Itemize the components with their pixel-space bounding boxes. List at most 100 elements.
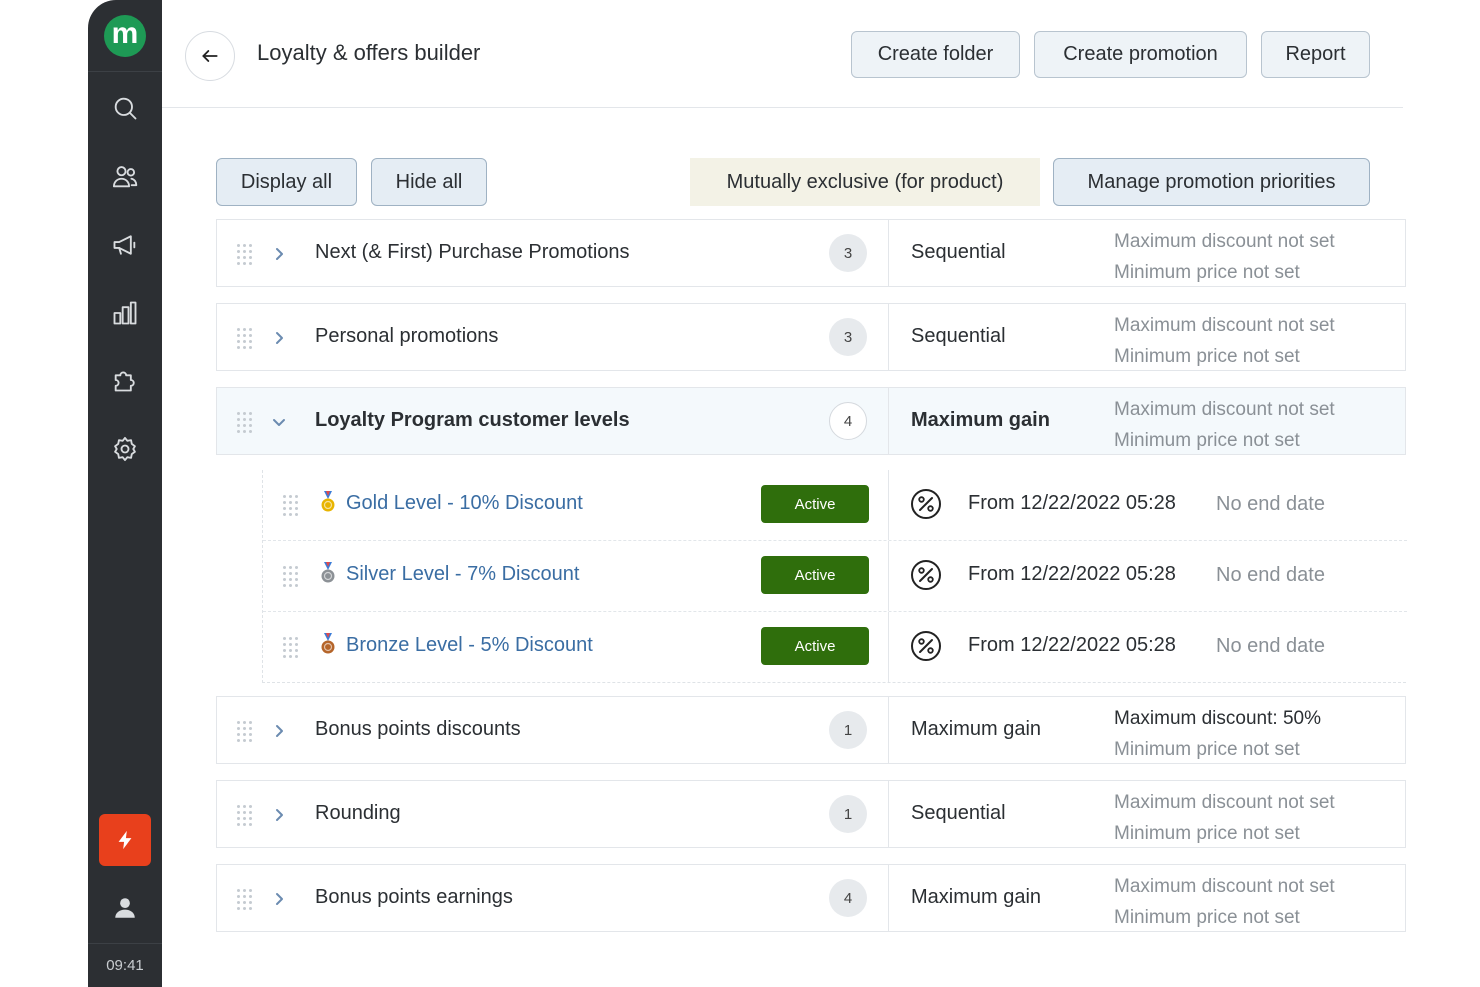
folder-row[interactable]: Personal promotions 3 Sequential Maximum di…: [216, 303, 1406, 371]
nav-campaigns[interactable]: [88, 225, 162, 265]
folder-mode: Sequential: [911, 325, 1006, 347]
percent-icon: [911, 631, 941, 661]
drag-handle-icon[interactable]: [237, 721, 255, 742]
gold-medal-icon: [321, 491, 335, 512]
expand-toggle[interactable]: [270, 245, 288, 263]
percent-icon: [911, 560, 941, 590]
promotion-count-badge: 3: [829, 318, 867, 356]
chevron-down-icon: [273, 419, 285, 426]
nav-customers[interactable]: [88, 157, 162, 197]
create-promotion-button[interactable]: Create promotion: [1034, 31, 1247, 78]
folder-limits: Maximum discount: 50% Minimum price not s…: [1114, 703, 1321, 765]
start-date: From 12/22/2022 05:28: [968, 634, 1176, 656]
max-discount: Maximum discount not set: [1114, 792, 1335, 813]
divider: [888, 470, 889, 540]
back-button[interactable]: [185, 31, 235, 81]
expand-toggle[interactable]: [270, 413, 288, 431]
divider: [888, 697, 889, 763]
create-folder-button[interactable]: Create folder: [851, 31, 1020, 78]
chevron-right-icon: [276, 893, 283, 905]
drag-handle-icon[interactable]: [283, 637, 301, 658]
report-button[interactable]: Report: [1261, 31, 1370, 78]
expand-toggle[interactable]: [270, 329, 288, 347]
expand-toggle[interactable]: [270, 722, 288, 740]
folder-row[interactable]: Bonus points earnings 4 Maximum gain Maximu…: [216, 864, 1406, 932]
min-price: Minimum price not set: [1114, 823, 1300, 844]
drag-handle-icon[interactable]: [237, 412, 255, 433]
status-badge: Active: [761, 485, 869, 523]
percent-icon: [911, 489, 941, 519]
nav-integrations[interactable]: [88, 360, 162, 400]
silver-medal-icon: [321, 562, 335, 583]
hide-all-button[interactable]: Hide all: [371, 158, 487, 206]
folder-title[interactable]: Next (& First) Purchase Promotions: [315, 241, 630, 264]
chevron-right-icon: [276, 248, 283, 260]
divider: [888, 541, 889, 611]
promotion-count-badge: 1: [829, 711, 867, 749]
nav-reports[interactable]: [88, 293, 162, 333]
folder-title[interactable]: Personal promotions: [315, 325, 498, 348]
logo[interactable]: m: [104, 14, 146, 57]
folder-row[interactable]: Loyalty Program customer levels 4 Maximum …: [216, 387, 1406, 455]
user-profile[interactable]: [88, 888, 162, 928]
end-date: No end date: [1216, 493, 1325, 515]
promotion-row[interactable]: Silver Level - 7% Discount Active From 12/…: [263, 541, 1407, 612]
min-price: Minimum price not set: [1114, 907, 1300, 928]
promotion-list: Gold Level - 10% Discount Active From 12/2…: [262, 470, 1407, 683]
folder-limits: Maximum discount not set Minimum price no…: [1114, 226, 1335, 288]
logo-area: m: [88, 0, 162, 72]
sidebar: m 09:41: [88, 0, 162, 987]
end-date: No end date: [1216, 635, 1325, 657]
max-discount: Maximum discount: 50%: [1114, 708, 1321, 729]
start-date: From 12/22/2022 05:28: [968, 492, 1176, 514]
folder-row[interactable]: Bonus points discounts 1 Maximum gain Maxim…: [216, 696, 1406, 764]
chevron-right-icon: [276, 725, 283, 737]
status-badge: Active: [761, 627, 869, 665]
drag-handle-icon[interactable]: [237, 244, 255, 265]
expand-toggle[interactable]: [270, 806, 288, 824]
folder-mode: Maximum gain: [911, 409, 1050, 431]
folder-mode: Maximum gain: [911, 718, 1042, 740]
promotion-link[interactable]: Gold Level - 10% Discount: [346, 492, 583, 515]
clock: 09:41: [106, 957, 144, 974]
drag-handle-icon[interactable]: [237, 328, 255, 349]
promotion-count-badge: 4: [829, 879, 867, 917]
nav-search[interactable]: [88, 88, 162, 128]
folder-row[interactable]: Next (& First) Purchase Promotions 3 Seque…: [216, 219, 1406, 287]
promotion-row[interactable]: Gold Level - 10% Discount Active From 12/2…: [263, 470, 1407, 541]
folder-title[interactable]: Rounding: [315, 802, 401, 825]
folder-title[interactable]: Bonus points earnings: [315, 886, 513, 909]
nav-settings[interactable]: [88, 429, 162, 469]
drag-handle-icon[interactable]: [237, 889, 255, 910]
promotion-count-badge: 4: [829, 402, 867, 440]
min-price: Minimum price not set: [1114, 346, 1300, 367]
max-discount: Maximum discount not set: [1114, 315, 1335, 336]
promotion-link[interactable]: Bronze Level - 5% Discount: [346, 634, 593, 657]
user-icon: [115, 898, 135, 918]
chevron-right-icon: [276, 332, 283, 344]
divider: [888, 304, 889, 370]
display-all-button[interactable]: Display all: [216, 158, 357, 206]
max-discount: Maximum discount not set: [1114, 399, 1335, 420]
promotion-row[interactable]: Bronze Level - 5% Discount Active From 12/…: [263, 612, 1407, 683]
folder-row[interactable]: Rounding 1 Sequential Maximum discount not …: [216, 780, 1406, 848]
search-icon: [114, 97, 137, 120]
puzzle-icon: [114, 371, 135, 392]
folder-mode: Sequential: [911, 802, 1006, 824]
min-price: Minimum price not set: [1114, 262, 1300, 283]
manage-priorities-button[interactable]: Manage promotion priorities: [1053, 158, 1370, 206]
flash-button[interactable]: [99, 814, 151, 866]
divider: [888, 865, 889, 931]
folder-title[interactable]: Bonus points discounts: [315, 718, 521, 741]
expand-toggle[interactable]: [270, 890, 288, 908]
drag-handle-icon[interactable]: [237, 805, 255, 826]
drag-handle-icon[interactable]: [283, 566, 301, 587]
drag-handle-icon[interactable]: [283, 495, 301, 516]
folder-mode: Sequential: [911, 241, 1006, 263]
start-date: From 12/22/2022 05:28: [968, 563, 1176, 585]
promotion-link[interactable]: Silver Level - 7% Discount: [346, 563, 579, 586]
status-badge: Active: [761, 556, 869, 594]
folder-title[interactable]: Loyalty Program customer levels: [315, 409, 630, 432]
promotion-count-badge: 1: [829, 795, 867, 833]
flash-icon: [118, 830, 132, 850]
